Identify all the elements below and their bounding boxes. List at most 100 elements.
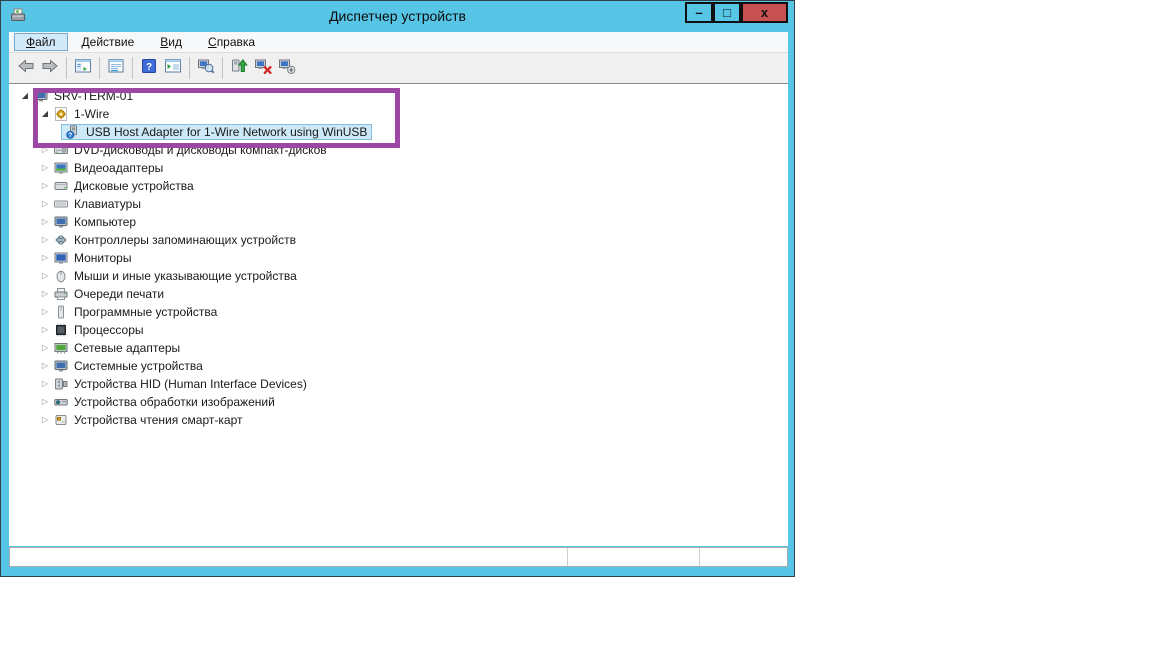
tree-node-label: SRV-TERM-01	[51, 89, 136, 103]
imaging-icon	[54, 395, 68, 409]
toolbar-separator	[132, 57, 133, 79]
tree-row[interactable]: ▷ Сетевые адаптеры	[9, 339, 788, 357]
disable-device-button[interactable]	[275, 56, 299, 80]
tree-row[interactable]: ▷Системные устройства	[9, 357, 788, 375]
tree-row[interactable]: ◢ 1-Wire	[9, 105, 788, 123]
device-manager-window: Диспетчер устройств –□x ФайлДействиеВидС…	[0, 0, 795, 577]
tree-node-label: Контроллеры запоминающих устройств	[71, 233, 299, 247]
tree-row[interactable]: ◢ SRV-TERM-01	[9, 87, 788, 105]
software-device-icon	[54, 305, 68, 319]
tree-row[interactable]: ▷ Видеоадаптеры	[9, 159, 788, 177]
tree-node-label: Видеоадаптеры	[71, 161, 166, 175]
expanded-chevron-icon[interactable]: ◢	[39, 105, 51, 123]
tree-row[interactable]: ▷ Дисковые устройства	[9, 177, 788, 195]
collapsed-chevron-icon[interactable]: ▷	[39, 411, 51, 429]
collapsed-chevron-icon[interactable]: ▷	[39, 321, 51, 339]
properties-icon	[107, 57, 125, 80]
tree-node-label: Программные устройства	[71, 305, 220, 319]
tree-row[interactable]: ▷ Компьютер	[9, 213, 788, 231]
computer-icon	[34, 89, 48, 103]
tree-row[interactable]: ▷Мониторы	[9, 249, 788, 267]
processor-icon	[54, 323, 68, 337]
system-device-icon	[54, 359, 68, 373]
tree-row[interactable]: ▷ Программные устройства	[9, 303, 788, 321]
toolbar-separator	[99, 57, 100, 79]
usb-question-icon: ?	[66, 125, 80, 139]
collapsed-chevron-icon[interactable]: ▷	[39, 249, 51, 267]
console-tree-button[interactable]	[71, 56, 95, 80]
tree-row[interactable]: ▷Клавиатуры	[9, 195, 788, 213]
tree-node-label: Процессоры	[71, 323, 147, 337]
tree-row[interactable]: ▷ Устройства чтения смарт-карт	[9, 411, 788, 429]
collapsed-chevron-icon[interactable]: ▷	[39, 339, 51, 357]
tree-row[interactable]: ▷Мыши и иные указывающие устройства	[9, 267, 788, 285]
collapsed-chevron-icon[interactable]: ▷	[39, 195, 51, 213]
collapsed-chevron-icon[interactable]: ▷	[39, 213, 51, 231]
tree-row[interactable]: ▷Устройства HID (Human Interface Devices…	[9, 375, 788, 393]
collapsed-chevron-icon[interactable]: ▷	[39, 357, 51, 375]
expanded-chevron-icon[interactable]: ◢	[19, 87, 31, 105]
svg-text:?: ?	[68, 132, 72, 139]
collapsed-chevron-icon[interactable]: ▷	[39, 159, 51, 177]
collapsed-chevron-icon[interactable]: ▷	[39, 375, 51, 393]
printer-icon	[54, 287, 68, 301]
menu-item-2[interactable]: Вид	[148, 33, 194, 51]
menu-item-1[interactable]: Действие	[70, 33, 147, 51]
title-bar[interactable]: Диспетчер устройств –□x	[1, 1, 794, 32]
update-driver-icon	[230, 57, 248, 80]
collapsed-chevron-icon[interactable]: ▷	[39, 141, 51, 159]
tree-row[interactable]: ▷Очереди печати	[9, 285, 788, 303]
computer-icon	[54, 215, 68, 229]
mouse-icon	[54, 269, 68, 283]
update-driver-button[interactable]	[227, 56, 251, 80]
selected-node[interactable]: ? USB Host Adapter for 1-Wire Network usi…	[61, 124, 372, 140]
toolbar-separator	[189, 57, 190, 79]
tree-node-label: Компьютер	[71, 215, 139, 229]
action-pane-button[interactable]	[161, 56, 185, 80]
help-button[interactable]: ?	[137, 56, 161, 80]
menu-item-3[interactable]: Справка	[196, 33, 267, 51]
forward-button[interactable]	[38, 56, 62, 80]
network-adapter-icon	[54, 341, 68, 355]
monitor-icon	[54, 251, 68, 265]
status-bar	[9, 547, 788, 567]
scan-hardware-button[interactable]	[194, 56, 218, 80]
back-button[interactable]	[14, 56, 38, 80]
collapsed-chevron-icon[interactable]: ▷	[39, 303, 51, 321]
tree-node-label: Устройства чтения смарт-карт	[71, 413, 245, 427]
forward-icon	[41, 57, 59, 80]
tree-panel: ◢SRV-TERM-01◢1-Wire?USB Host Adapter for…	[9, 84, 788, 546]
gear-icon	[54, 107, 68, 121]
tree-node-label: Дисковые устройства	[71, 179, 197, 193]
maximize-button[interactable]: □	[713, 2, 741, 23]
tree-row[interactable]: ▷DVD-дисководы и дисководы компакт-диско…	[9, 141, 788, 159]
status-cell-0	[10, 548, 567, 566]
tree-node-label: 1-Wire	[71, 107, 112, 121]
display-adapter-icon	[54, 161, 68, 175]
collapsed-chevron-icon[interactable]: ▷	[39, 231, 51, 249]
uninstall-device-icon	[254, 57, 272, 80]
collapsed-chevron-icon[interactable]: ▷	[39, 393, 51, 411]
toolbar-separator	[66, 57, 67, 79]
device-tree: ◢SRV-TERM-01◢1-Wire?USB Host Adapter for…	[9, 84, 788, 429]
tree-row[interactable]: ▷ Процессоры	[9, 321, 788, 339]
disable-device-icon	[278, 57, 296, 80]
tree-node-label: USB Host Adapter for 1-Wire Network usin…	[83, 125, 370, 139]
tree-node-label: Сетевые адаптеры	[71, 341, 183, 355]
close-button[interactable]: x	[741, 2, 788, 23]
storage-controller-icon	[54, 233, 68, 247]
keyboard-icon	[54, 197, 68, 211]
menu-item-0[interactable]: Файл	[14, 33, 68, 51]
collapsed-chevron-icon[interactable]: ▷	[39, 285, 51, 303]
action-pane-icon	[164, 57, 182, 80]
tree-row[interactable]: ▷ Контроллеры запоминающих устройств	[9, 231, 788, 249]
tree-row[interactable]: ▷Устройства обработки изображений	[9, 393, 788, 411]
tree-row[interactable]: ? USB Host Adapter for 1-Wire Network usi…	[9, 123, 788, 141]
minimize-button[interactable]: –	[685, 2, 713, 23]
scan-hardware-icon	[197, 57, 215, 80]
uninstall-device-button[interactable]	[251, 56, 275, 80]
collapsed-chevron-icon[interactable]: ▷	[39, 267, 51, 285]
properties-button[interactable]	[104, 56, 128, 80]
collapsed-chevron-icon[interactable]: ▷	[39, 177, 51, 195]
disk-drive-icon	[54, 179, 68, 193]
